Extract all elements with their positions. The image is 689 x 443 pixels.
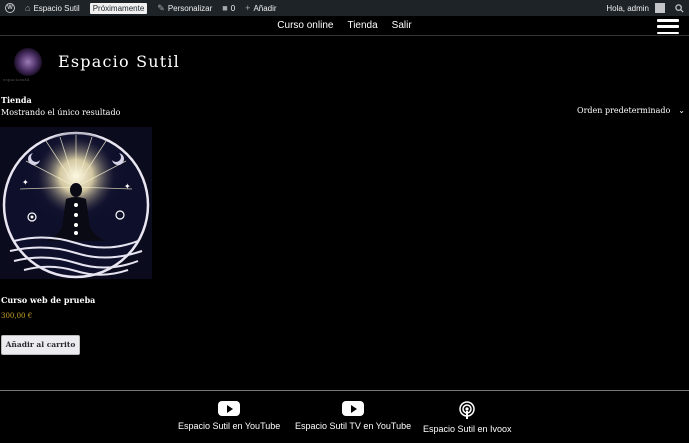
nav-item-curso-online[interactable]: Curso online — [277, 20, 333, 31]
wordpress-logo-icon: W — [5, 3, 15, 13]
site-logo-text: espaciosutil — [3, 77, 30, 82]
breadcrumb: Tienda — [1, 95, 32, 105]
brush-icon: ✎ — [157, 2, 165, 13]
youtube-icon — [342, 401, 365, 416]
footer-link-label: Espacio Sutil en YouTube — [178, 421, 281, 431]
footer-link-youtube-tv[interactable]: Espacio Sutil TV en YouTube — [295, 401, 411, 431]
new-content-menu[interactable]: + Añadir — [240, 0, 281, 16]
svg-text:✦: ✦ — [22, 178, 29, 187]
coming-soon-badge[interactable]: Próximamente — [85, 0, 153, 16]
meditation-illustration-icon: ✦ ✦ — [0, 127, 152, 279]
coming-soon-label: Próximamente — [89, 2, 148, 14]
site-logo[interactable] — [14, 48, 42, 76]
home-icon: ⌂ — [25, 3, 31, 13]
footer-link-label: Espacio Sutil TV en YouTube — [295, 421, 412, 431]
youtube-icon — [218, 401, 241, 416]
comments-count: 0 — [230, 3, 236, 13]
customize-label: Personalizar — [167, 3, 213, 13]
result-count: Mostrando el único resultado — [1, 108, 121, 117]
comment-icon: ■ — [222, 3, 228, 13]
greeting-label: Hola, admin — [606, 3, 649, 13]
customize-link[interactable]: ✎ Personalizar — [152, 0, 217, 16]
search-icon — [675, 3, 684, 13]
site-footer: Espacio Sutil en YouTube Espacio Sutil T… — [0, 390, 689, 443]
product-price: 300,00 € — [1, 312, 33, 320]
nav-item-salir[interactable]: Salir — [392, 20, 412, 31]
footer-link-youtube[interactable]: Espacio Sutil en YouTube — [178, 401, 280, 431]
plus-icon: + — [245, 3, 251, 13]
site-name-label: Espacio Sutil — [33, 3, 80, 13]
add-to-cart-button[interactable]: Añadir al carrito — [1, 335, 80, 355]
ordering-select[interactable]: Orden predeterminado ⌄ — [577, 106, 685, 115]
footer-link-ivoox[interactable]: Espacio Sutil en Ivoox — [423, 401, 512, 434]
product-title[interactable]: Curso web de prueba — [1, 295, 95, 305]
new-label: Añadir — [253, 3, 277, 13]
nav-item-tienda[interactable]: Tienda — [347, 20, 377, 31]
product-image[interactable]: ✦ ✦ — [0, 127, 152, 279]
svg-text:✦: ✦ — [124, 182, 131, 191]
chevron-down-icon: ⌄ — [678, 106, 685, 115]
admin-bar: W ⌂ Espacio Sutil Próximamente ✎ Persona… — [0, 0, 689, 16]
main-navigation: Curso online Tienda Salir — [0, 16, 689, 36]
comments-link[interactable]: ■ 0 — [217, 0, 240, 16]
podcast-icon — [459, 401, 476, 419]
admin-search[interactable] — [670, 0, 689, 16]
hamburger-menu-icon[interactable] — [657, 19, 679, 34]
footer-link-label: Espacio Sutil en Ivoox — [423, 424, 512, 434]
wordpress-menu[interactable]: W — [0, 0, 20, 16]
ordering-selected-label: Orden predeterminado — [577, 106, 671, 115]
account-menu[interactable]: Hola, admin — [601, 0, 670, 16]
site-name-menu[interactable]: ⌂ Espacio Sutil — [20, 0, 85, 16]
avatar — [655, 3, 665, 13]
site-title[interactable]: Espacio Sutil — [58, 52, 180, 71]
